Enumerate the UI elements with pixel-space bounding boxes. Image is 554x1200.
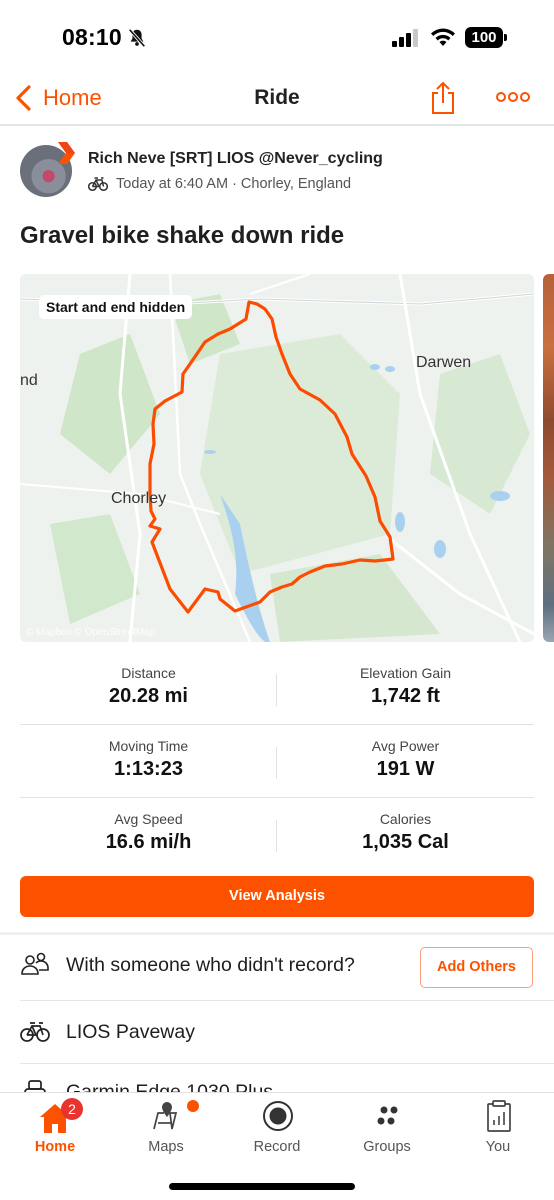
bike-icon — [20, 1022, 50, 1042]
athlete-header: Rich Neve [SRT] LIOS @Never_cycling Toda… — [20, 142, 540, 201]
stat-value: 16.6 mi/h — [105, 831, 192, 853]
profile-stats-icon — [487, 1100, 511, 1132]
tab-label: Groups — [363, 1139, 411, 1155]
tab-label: Home — [34, 1139, 76, 1155]
stat-label: Moving Time — [108, 738, 189, 754]
stats-grid: Distance 20.28 mi Elevation Gain 1,742 f… — [20, 652, 534, 871]
stat-row: Moving Time 1:13:23 Avg Power 191 W — [20, 725, 534, 798]
stat-value: 1,035 Cal — [362, 831, 449, 853]
back-button[interactable]: Home — [14, 84, 102, 112]
groups-icon — [377, 1106, 398, 1125]
more-horizontal-icon[interactable] — [496, 90, 530, 104]
stat-value: 191 W — [376, 758, 435, 780]
battery-nub — [504, 34, 507, 41]
stat-value: 20.28 mi — [109, 685, 188, 707]
map-icon — [153, 1102, 178, 1130]
notification-badge: 2 — [61, 1098, 83, 1120]
bell-slash-icon — [128, 28, 146, 48]
stat-avg-power: Avg Power 191 W — [277, 725, 534, 781]
chevron-left-icon — [16, 85, 31, 111]
stat-distance: Distance 20.28 mi — [20, 652, 277, 708]
cellular-signal-icon — [392, 29, 418, 47]
stat-label: Avg Speed — [114, 811, 183, 827]
battery-level: 100 — [465, 27, 503, 48]
activity-meta: Today at 6:40 AM · Chorley, England — [88, 176, 351, 192]
tab-home[interactable]: 2 Home — [0, 1093, 110, 1163]
activity-meta-text: Today at 6:40 AM · Chorley, England — [116, 176, 352, 192]
map-attribution[interactable]: © Mapbox © OpenStreetMap — [26, 627, 155, 638]
place-label-chorley: Chorley — [111, 490, 167, 507]
tab-label: Record — [253, 1139, 301, 1155]
place-label-partial: nd — [20, 372, 38, 389]
stat-moving-time: Moving Time 1:13:23 — [20, 725, 277, 781]
stat-label: Calories — [379, 811, 432, 827]
wifi-icon — [431, 28, 455, 46]
back-label: Home — [43, 85, 102, 110]
stat-row: Avg Speed 16.6 mi/h Calories 1,035 Cal — [20, 798, 534, 871]
share-icon[interactable] — [430, 81, 456, 115]
device-name: Garmin Edge 1030 Plus — [66, 1081, 274, 1092]
stat-value: 1:13:23 — [114, 758, 183, 780]
people-icon — [21, 952, 49, 975]
activity-title: Gravel bike shake down ride — [20, 222, 345, 249]
stat-value: 1,742 ft — [371, 685, 440, 707]
tab-you[interactable]: You — [443, 1093, 553, 1163]
privacy-label: Start and end hidden — [39, 295, 193, 319]
status-bar: 08:10 100 — [0, 0, 554, 76]
tab-groups[interactable]: Groups — [332, 1093, 442, 1163]
record-icon — [263, 1101, 293, 1131]
with-others-text: With someone who didn't record? — [66, 953, 355, 976]
stat-label: Avg Power — [371, 738, 440, 754]
row-divider — [20, 1000, 554, 1001]
stat-calories: Calories 1,035 Cal — [277, 798, 534, 854]
activity-photo-thumbnail[interactable] — [543, 274, 554, 642]
stat-label: Distance — [121, 665, 176, 681]
status-time: 08:10 — [62, 24, 122, 50]
navigation-bar: Home Ride — [0, 76, 554, 126]
device-icon — [24, 1080, 46, 1092]
bike-icon — [88, 177, 108, 192]
device-row[interactable]: Garmin Edge 1030 Plus — [20, 1079, 554, 1092]
home-indicator[interactable] — [169, 1183, 355, 1190]
subscriber-badge-icon — [58, 142, 75, 164]
section-divider — [0, 932, 554, 935]
tab-maps[interactable]: Maps — [111, 1093, 221, 1163]
gear-name: LIOS Paveway — [66, 1020, 195, 1043]
stat-elevation-gain: Elevation Gain 1,742 ft — [277, 652, 534, 708]
view-analysis-button[interactable]: View Analysis — [20, 876, 534, 917]
battery-indicator: 100 — [465, 27, 507, 48]
tab-label: Maps — [148, 1139, 184, 1155]
tab-record[interactable]: Record — [222, 1093, 332, 1163]
place-label-darwen: Darwen — [416, 354, 472, 371]
new-indicator-dot — [187, 1100, 199, 1112]
athlete-name[interactable]: Rich Neve [SRT] LIOS @Never_cycling — [88, 150, 383, 168]
stat-avg-speed: Avg Speed 16.6 mi/h — [20, 798, 277, 854]
gear-row[interactable]: LIOS Paveway — [20, 1019, 554, 1045]
stat-row: Distance 20.28 mi Elevation Gain 1,742 f… — [20, 652, 534, 725]
tab-label: You — [485, 1139, 511, 1155]
add-others-button[interactable]: Add Others — [420, 947, 533, 988]
route-map[interactable]: Start and end hidden Darwen Chorley nd ©… — [20, 274, 534, 642]
row-divider — [20, 1063, 554, 1064]
stat-label: Elevation Gain — [359, 665, 452, 681]
map-background — [20, 274, 534, 642]
